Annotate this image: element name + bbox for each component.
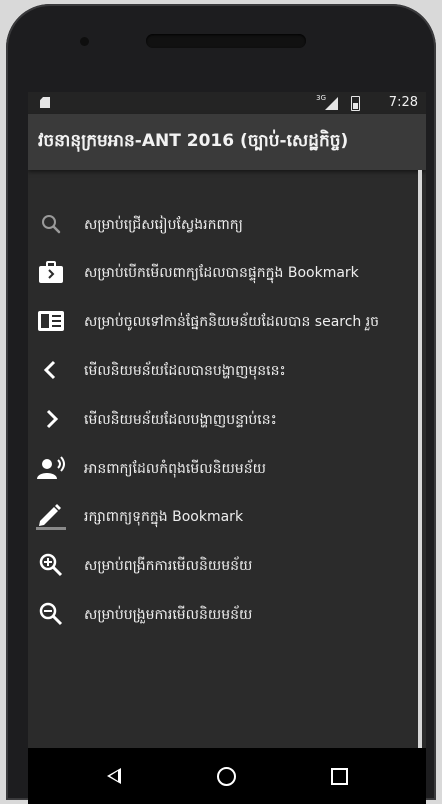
list-item-zoom-out[interactable]: សម្រាប់បង្រួមការមើលនិយមន័យ (28, 594, 418, 634)
app-title: វចនានុក្រមអាន-ANT 2016 (ច្បាប់-សេដ្ឋកិច្… (38, 131, 349, 151)
chevron-right-icon (36, 406, 66, 432)
list-item-save-bookmark[interactable]: រក្សាពាក្យទុកក្នុង Bookmark (28, 496, 418, 536)
pencil-icon (36, 503, 66, 530)
zoom-out-icon (36, 601, 66, 627)
list-item-open-bookmark[interactable]: សម្រាប់បើកមើលពាក្យដែលបានផ្ទុកក្នុង Bookm… (28, 252, 418, 292)
recents-icon[interactable] (331, 768, 348, 785)
help-list[interactable]: សម្រាប់ជ្រើសរៀបស្វែងរកពាក្យ សម្រាប់បើកមើ… (28, 170, 426, 748)
screen: 3G 7:28 វចនានុក្រមអាន-ANT 2016 (ច្បាប់-ស… (28, 92, 426, 804)
list-item-read-aloud[interactable]: អានពាក្យដែលកំពុងមើលនិយមន័យ (28, 448, 418, 488)
search-icon (36, 211, 66, 237)
zoom-in-icon (36, 552, 66, 578)
app-bar: វចនានុក្រមអាន-ANT 2016 (ច្បាប់-សេដ្ឋកិច្… (28, 114, 426, 170)
list-item-label: សម្រាប់បង្រួមការមើលនិយមន័យ (84, 607, 253, 623)
scrollbar[interactable] (418, 170, 422, 748)
list-item-label: សម្រាប់ពង្រីកការមើលនិយមន័យ (84, 558, 253, 574)
list-item-label: មើលនិយមន័យដែលបង្ហាញបន្ទាប់នេះ (84, 412, 277, 428)
home-icon[interactable] (217, 767, 236, 786)
chevron-left-icon (36, 357, 66, 383)
list-item-previous-definition[interactable]: មើលនិយមន័យដែលបានបង្ហាញមុននេះ (28, 350, 418, 390)
phone-frame: 3G 7:28 វចនានុក្រមអាន-ANT 2016 (ច្បាប់-ស… (6, 4, 436, 804)
battery-icon (351, 96, 360, 111)
list-item-zoom-in[interactable]: សម្រាប់ពង្រីកការមើលនិយមន័យ (28, 545, 418, 585)
list-item-go-definition[interactable]: សម្រាប់ចូលទៅកាន់ផ្នែកនិយមន័យដែលបាន searc… (28, 301, 418, 341)
list-item-label: រក្សាពាក្យទុកក្នុង Bookmark (84, 509, 244, 525)
list-item-label: សម្រាប់ចូលទៅកាន់ផ្នែកនិយមន័យដែលបាន searc… (84, 314, 380, 330)
list-item-label: មើលនិយមន័យដែលបានបង្ហាញមុននេះ (84, 363, 286, 379)
list-item-search[interactable]: សម្រាប់ជ្រើសរៀបស្វែងរកពាក្យ (28, 204, 418, 244)
navigation-bar (28, 748, 426, 804)
list-item-label: សម្រាប់បើកមើលពាក្យដែលបានផ្ទុកក្នុង Bookm… (84, 265, 359, 281)
signal-icon (325, 97, 338, 110)
list-item-label: សម្រាប់ជ្រើសរៀបស្វែងរកពាក្យ (84, 217, 243, 233)
speaker-person-icon (36, 455, 66, 481)
bookmark-briefcase-icon (36, 259, 66, 285)
sim-card-icon (40, 97, 50, 108)
status-time: 7:28 (388, 95, 418, 110)
front-camera (80, 37, 89, 46)
status-bar: 3G 7:28 (28, 92, 426, 114)
back-icon[interactable] (107, 768, 121, 784)
reading-icon (36, 308, 66, 334)
list-item-next-definition[interactable]: មើលនិយមន័យដែលបង្ហាញបន្ទាប់នេះ (28, 399, 418, 439)
earpiece-speaker (146, 34, 306, 48)
list-item-label: អានពាក្យដែលកំពុងមើលនិយមន័យ (84, 461, 266, 477)
